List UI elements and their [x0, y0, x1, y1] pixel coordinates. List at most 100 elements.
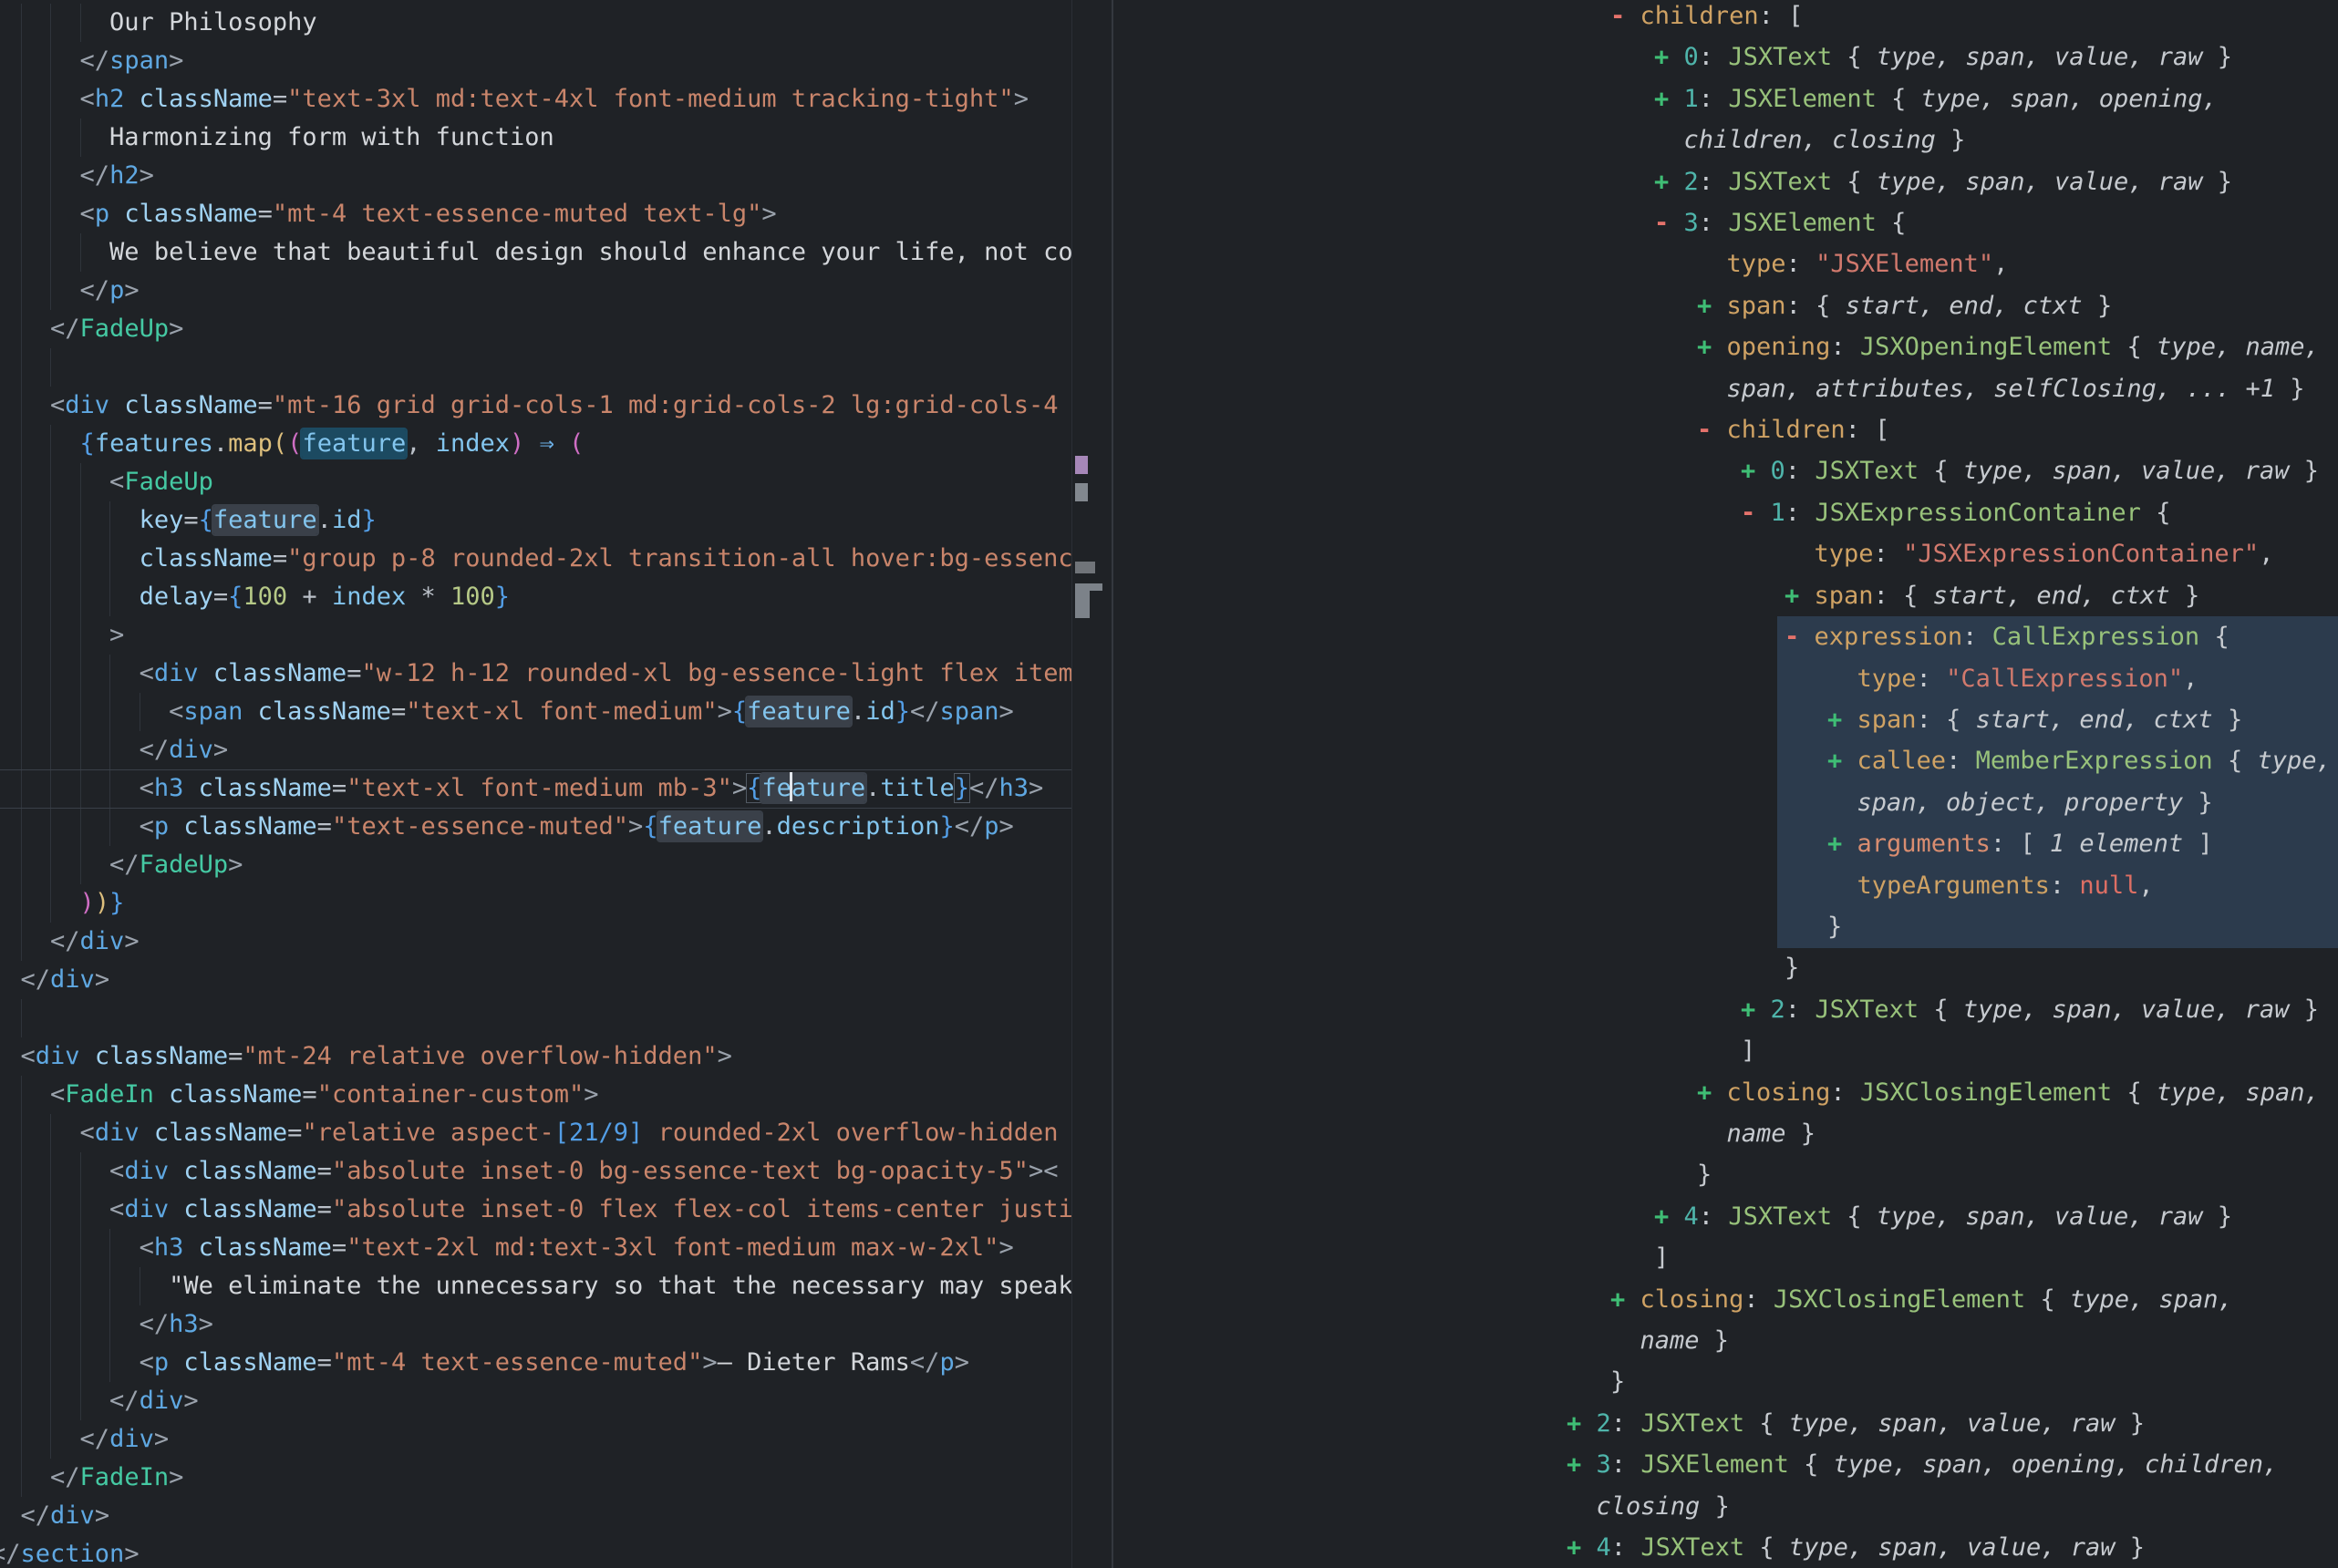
expand-toggle[interactable]: + — [1567, 1450, 1581, 1479]
expand-toggle[interactable]: + — [1741, 995, 1755, 1024]
expand-toggle[interactable]: + — [1697, 292, 1712, 320]
code-line[interactable]: </div> — [0, 731, 1073, 769]
code-line[interactable]: </div> — [0, 1420, 1073, 1459]
expand-toggle[interactable]: + — [1654, 168, 1669, 196]
ast-row[interactable]: + span: { start, end, ctxt } — [1113, 699, 2338, 740]
collapse-toggle[interactable]: - — [1741, 499, 1755, 527]
code-line[interactable]: </p> — [0, 272, 1073, 310]
code-line[interactable]: </span> — [0, 42, 1073, 80]
ast-row[interactable]: + arguments: [ 1 element ] — [1113, 823, 2338, 864]
code-line[interactable]: className="group p-8 rounded-2xl transit… — [0, 540, 1073, 578]
code-line[interactable]: </section> — [0, 1535, 1073, 1568]
expand-toggle[interactable]: + — [1654, 85, 1669, 113]
ast-row[interactable]: type: "JSXExpressionContainer", — [1113, 533, 2338, 574]
code-line[interactable]: We believe that beautiful design should … — [0, 233, 1073, 272]
ast-row[interactable]: typeArguments: null, — [1113, 865, 2338, 906]
ast-row[interactable]: ] — [1113, 1237, 2338, 1278]
code-line[interactable]: </div> — [0, 923, 1073, 961]
code-line[interactable]: > — [0, 616, 1073, 655]
ast-row[interactable]: + closing: JSXClosingElement { type, spa… — [1113, 1072, 2338, 1113]
code-line[interactable]: <h3 className="text-2xl md:text-3xl font… — [0, 1229, 1073, 1267]
code-line[interactable]: <FadeUp — [0, 463, 1073, 501]
code-line[interactable]: Our Philosophy — [0, 4, 1073, 42]
expand-toggle[interactable]: + — [1610, 1285, 1625, 1314]
ast-row[interactable]: type: "CallExpression", — [1113, 658, 2338, 699]
code-line[interactable] — [0, 999, 1073, 1037]
code-line[interactable] — [0, 348, 1073, 387]
ast-row[interactable]: } — [1113, 1154, 2338, 1195]
ast-row[interactable]: + 0: JSXText { type, span, value, raw } — [1113, 450, 2338, 491]
expand-toggle[interactable]: + — [1741, 457, 1755, 485]
ast-row[interactable]: closing } — [1113, 1486, 2338, 1527]
ast-row[interactable]: + 2: JSXText { type, span, value, raw } — [1113, 1403, 2338, 1444]
ast-row[interactable]: + callee: MemberExpression { type, — [1113, 740, 2338, 781]
code-editor[interactable]: Our Philosophy </span> <h2 className="te… — [0, 0, 1112, 1568]
ast-row[interactable]: - 3: JSXElement { — [1113, 202, 2338, 243]
ast-panel[interactable]: - children: [+ 0: JSXText { type, span, … — [1113, 0, 2338, 1568]
code-line[interactable]: </FadeIn> — [0, 1459, 1073, 1497]
ast-row[interactable]: name } — [1113, 1113, 2338, 1154]
code-line[interactable]: <div className="mt-24 relative overflow-… — [0, 1037, 1073, 1076]
expand-toggle[interactable]: + — [1654, 43, 1669, 71]
ast-row[interactable]: + 0: JSXText { type, span, value, raw } — [1113, 36, 2338, 77]
code-line[interactable]: <div className="w-12 h-12 rounded-xl bg-… — [0, 655, 1073, 693]
code-line[interactable]: <div className="absolute inset-0 flex fl… — [0, 1191, 1073, 1229]
ast-row[interactable]: + span: { start, end, ctxt } — [1113, 285, 2338, 326]
code-line[interactable]: <h2 className="text-3xl md:text-4xl font… — [0, 80, 1073, 119]
code-line[interactable]: "We eliminate the unnecessary so that th… — [0, 1267, 1073, 1305]
code-line[interactable]: </div> — [0, 1382, 1073, 1420]
expand-toggle[interactable]: + — [1697, 333, 1712, 361]
ast-row[interactable]: + 3: JSXElement { type, span, opening, c… — [1113, 1444, 2338, 1485]
ast-row[interactable]: + 4: JSXText { type, span, value, raw } — [1113, 1196, 2338, 1237]
collapse-toggle[interactable]: - — [1610, 2, 1625, 30]
code-line[interactable]: <div className="absolute inset-0 bg-esse… — [0, 1152, 1073, 1191]
code-line[interactable]: <p className="mt-4 text-essence-muted te… — [0, 195, 1073, 233]
code-line[interactable]: <span className="text-xl font-medium">{f… — [0, 693, 1073, 731]
ast-row[interactable]: span, attributes, selfClosing, ... +1 } — [1113, 368, 2338, 409]
code-line[interactable]: <div className="relative aspect-[21/9] r… — [0, 1114, 1073, 1152]
expand-toggle[interactable]: + — [1697, 1078, 1712, 1107]
ast-row[interactable]: - expression: CallExpression { — [1113, 616, 2338, 657]
expand-toggle[interactable]: + — [1567, 1409, 1581, 1438]
code-line[interactable]: key={feature.id} — [0, 501, 1073, 540]
expand-toggle[interactable]: + — [1785, 582, 1799, 610]
expand-toggle[interactable]: + — [1654, 1202, 1669, 1231]
code-line[interactable]: </FadeUp> — [0, 846, 1073, 884]
collapse-toggle[interactable]: - — [1785, 623, 1799, 651]
ast-row[interactable]: } — [1113, 906, 2338, 947]
expand-toggle[interactable]: + — [1827, 830, 1842, 858]
code-line[interactable]: ))} — [0, 884, 1073, 923]
code-line[interactable]: delay={100 + index * 100} — [0, 578, 1073, 616]
code-line[interactable]: </div> — [0, 961, 1073, 999]
ast-row[interactable]: } — [1113, 947, 2338, 988]
ast-row[interactable]: children, closing } — [1113, 119, 2338, 160]
expand-toggle[interactable]: + — [1567, 1533, 1581, 1562]
code-line[interactable]: <h3 className="text-xl font-medium mb-3"… — [0, 769, 1073, 808]
code-line[interactable]: <p className="mt-4 text-essence-muted">—… — [0, 1344, 1073, 1382]
ast-row[interactable]: - children: [ — [1113, 409, 2338, 450]
ast-row[interactable]: + 1: JSXElement { type, span, opening, — [1113, 78, 2338, 119]
code-line[interactable]: <div className="mt-16 grid grid-cols-1 m… — [0, 387, 1073, 425]
code-line[interactable]: </FadeUp> — [0, 310, 1073, 348]
code-line[interactable]: </h2> — [0, 157, 1073, 195]
code-line[interactable]: <p className="text-essence-muted">{featu… — [0, 808, 1073, 846]
ast-row[interactable]: + opening: JSXOpeningElement { type, nam… — [1113, 326, 2338, 367]
code-line[interactable]: </div> — [0, 1497, 1073, 1535]
ast-row[interactable]: + 2: JSXText { type, span, value, raw } — [1113, 989, 2338, 1030]
ast-row[interactable]: type: "JSXElement", — [1113, 243, 2338, 284]
ast-row[interactable]: } — [1113, 1361, 2338, 1402]
ast-row[interactable]: + closing: JSXClosingElement { type, spa… — [1113, 1279, 2338, 1320]
ast-row[interactable]: + 4: JSXText { type, span, value, raw } — [1113, 1527, 2338, 1568]
scrollbar[interactable] — [1071, 0, 1112, 1568]
ast-row[interactable]: + 2: JSXText { type, span, value, raw } — [1113, 161, 2338, 202]
expand-toggle[interactable]: + — [1827, 706, 1842, 734]
ast-row[interactable]: ] — [1113, 1030, 2338, 1071]
ast-row[interactable]: - children: [ — [1113, 0, 2338, 36]
ast-row[interactable]: - 1: JSXExpressionContainer { — [1113, 492, 2338, 533]
code-line[interactable]: <FadeIn className="container-custom"> — [0, 1076, 1073, 1114]
collapse-toggle[interactable]: - — [1654, 209, 1669, 237]
collapse-toggle[interactable]: - — [1697, 416, 1712, 444]
expand-toggle[interactable]: + — [1827, 747, 1842, 775]
ast-row[interactable]: span, object, property } — [1113, 782, 2338, 823]
ast-row[interactable]: + span: { start, end, ctxt } — [1113, 575, 2338, 616]
